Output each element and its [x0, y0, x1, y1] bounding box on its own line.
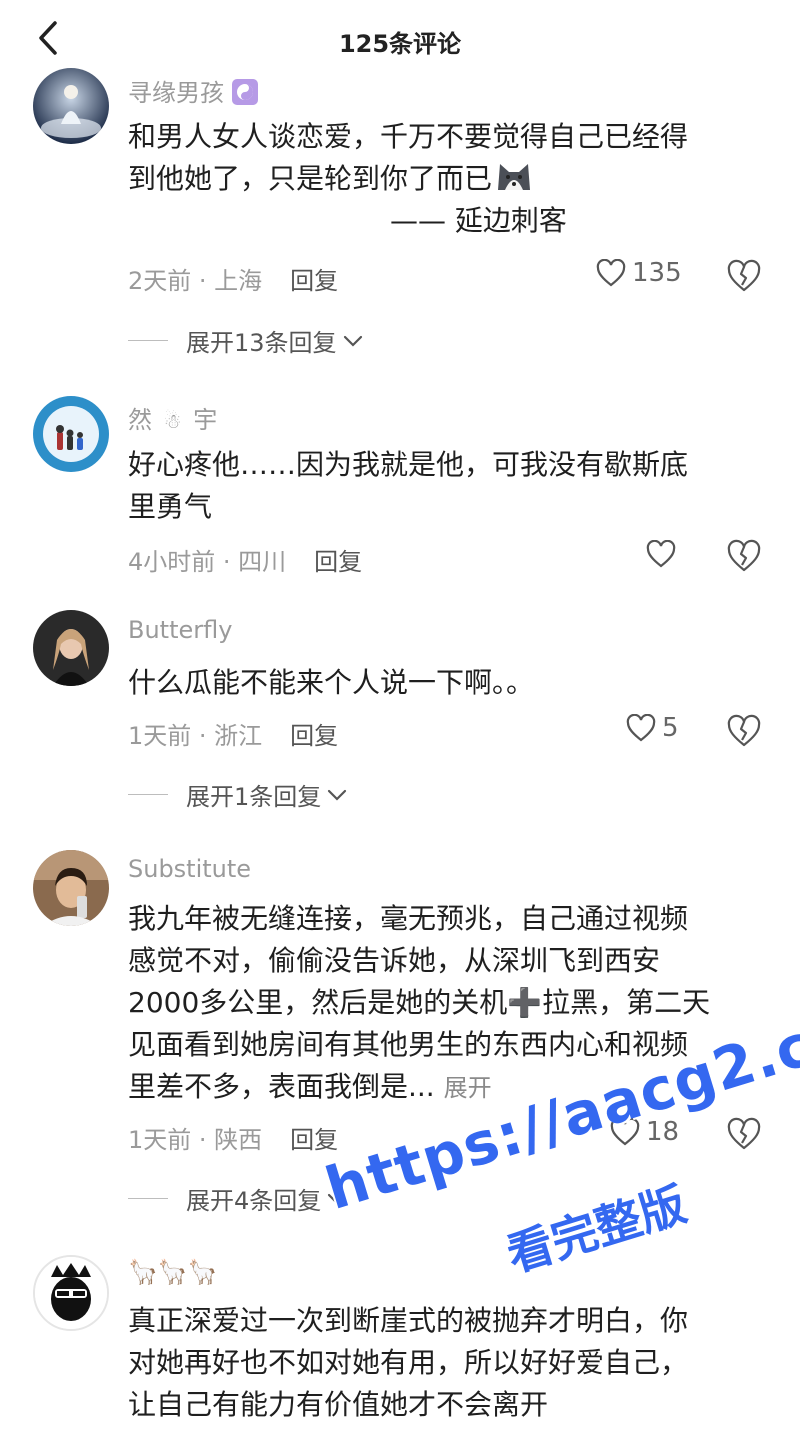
avatar[interactable]: [33, 610, 109, 686]
husky-face-icon: [498, 164, 531, 190]
page-title: 125条评论: [338, 30, 462, 58]
reply-button[interactable]: 回复: [314, 548, 362, 576]
reply-button[interactable]: 回复: [290, 1126, 338, 1154]
chevron-down-icon: [328, 1193, 347, 1205]
comment-text: 我九年被无缝连接，毫无预兆，自己通过视频 感觉不对，偷偷没告诉她，从深圳飞到西安…: [128, 902, 711, 1103]
expand-replies-button[interactable]: 展开1条回复: [128, 777, 347, 812]
avatar[interactable]: [33, 850, 109, 926]
heart-icon: [610, 1118, 640, 1146]
divider-line: [128, 1198, 168, 1199]
broken-heart-icon[interactable]: [726, 713, 762, 749]
comment-username[interactable]: Substitute: [128, 855, 251, 883]
comment-username[interactable]: 🦙🦙🦙: [128, 1258, 218, 1286]
heart-icon: [596, 259, 626, 287]
comment-username[interactable]: 然 ☃ 宇: [128, 400, 217, 435]
watermark-caption: 看完整版: [500, 1176, 693, 1283]
divider-line: [128, 794, 168, 795]
broken-heart-icon[interactable]: [726, 1116, 762, 1152]
heart-icon: [626, 714, 656, 742]
top-bar: 125条评论: [0, 0, 800, 80]
like-button[interactable]: 5: [626, 713, 679, 743]
comment-meta: 1天前 · 陕西 回复: [128, 1126, 339, 1154]
comment-text: 好心疼他……因为我就是他，可我没有歇斯底 里勇气: [128, 448, 689, 523]
watermark-overlay: https://aacg2.com 看完整版: [300, 981, 800, 1320]
comment-meta: 4小时前 · 四川 回复: [128, 548, 363, 576]
expand-text-link[interactable]: 展开: [444, 1074, 492, 1102]
comment-meta: 2天前 · 上海 回复: [128, 267, 339, 295]
heart-icon: [646, 540, 676, 568]
comment-text: 和男人女人谈恋爱，千万不要觉得自己已经得 到他她了，只是轮到你了而已 —— 延边…: [128, 120, 689, 237]
divider-line: [128, 340, 168, 341]
avatar[interactable]: [33, 396, 109, 472]
expand-replies-button[interactable]: 展开4条回复: [128, 1181, 347, 1216]
avatar[interactable]: [33, 1255, 109, 1331]
like-button[interactable]: [646, 540, 676, 568]
reply-button[interactable]: 回复: [290, 722, 338, 750]
yin-yang-icon: [231, 79, 258, 105]
expand-replies-button[interactable]: 展开13条回复: [128, 323, 363, 358]
broken-heart-icon[interactable]: [726, 258, 762, 294]
like-button[interactable]: 135: [596, 258, 682, 288]
comment-username[interactable]: 寻缘男孩: [128, 73, 258, 108]
chevron-down-icon: [328, 789, 347, 801]
comment-username[interactable]: Butterfly: [128, 616, 232, 644]
comment-meta: 1天前 · 浙江 回复: [128, 722, 339, 750]
reply-button[interactable]: 回复: [290, 267, 338, 295]
broken-heart-icon[interactable]: [726, 538, 762, 574]
comment-text: 什么瓜能不能来个人说一下啊。。: [128, 666, 535, 699]
like-button[interactable]: 18: [610, 1117, 679, 1147]
avatar[interactable]: [33, 68, 109, 144]
comment-text: 真正深爱过一次到断崖式的被抛弃才明白，你 对她再好也不如对她有用，所以好好爱自己…: [128, 1304, 689, 1421]
chevron-down-icon: [343, 335, 362, 347]
